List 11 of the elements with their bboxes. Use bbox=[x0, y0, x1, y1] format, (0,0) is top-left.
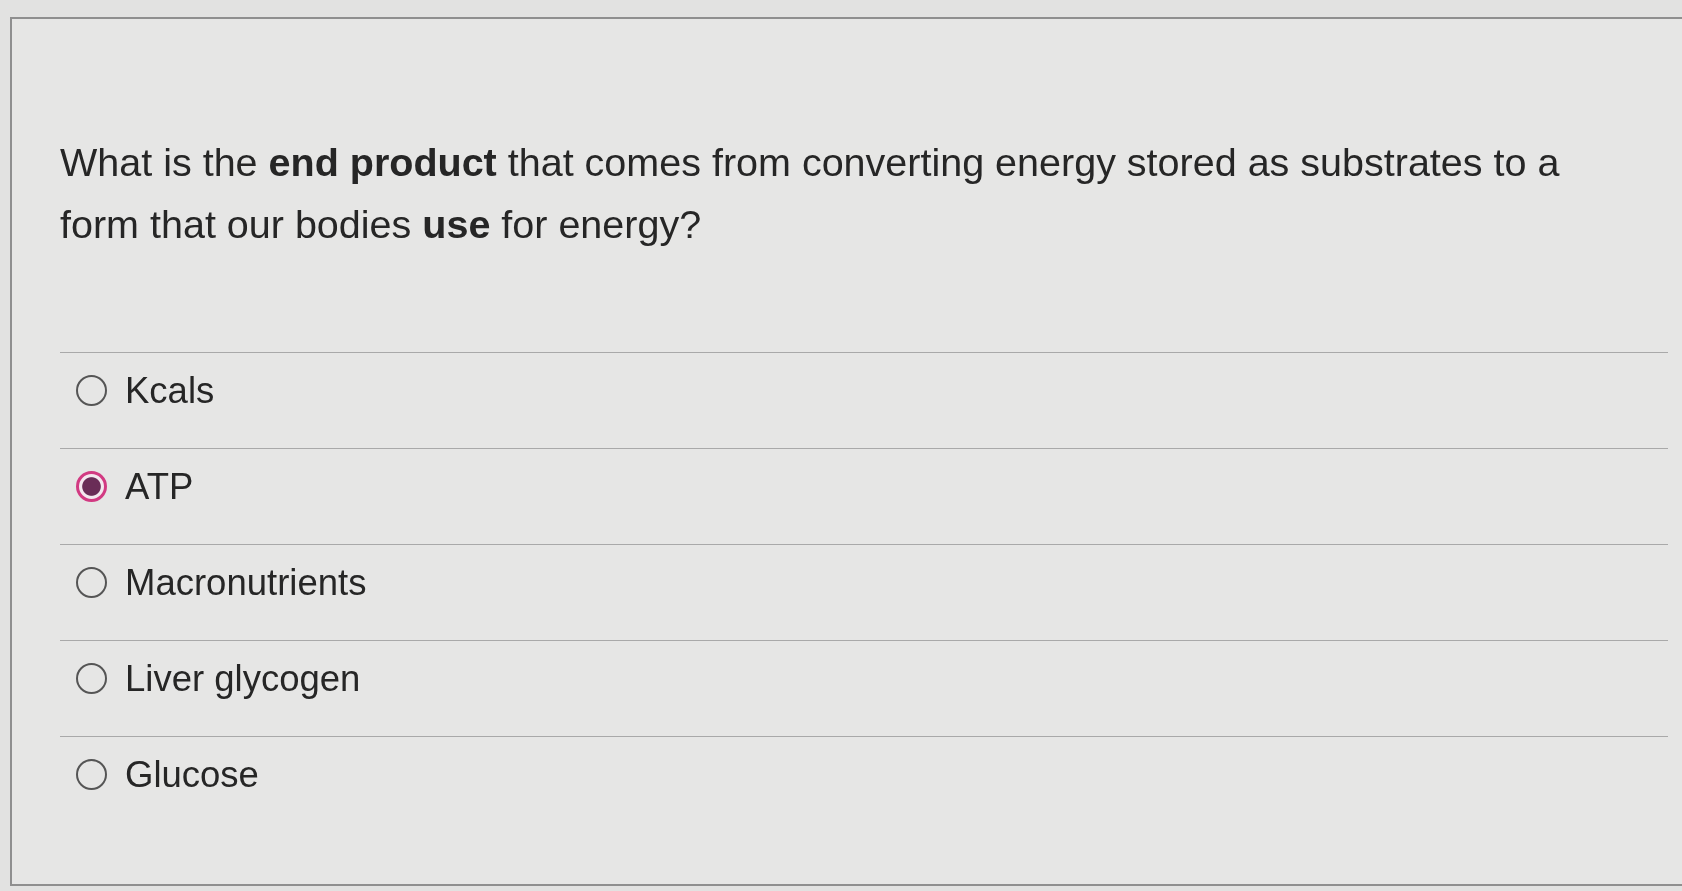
question-text: What is the end product that comes from converting energy stored as substrates to a form that our bodies use for energy? bbox=[60, 139, 1561, 248]
option-label[interactable]: Macronutrients bbox=[125, 561, 367, 604]
radio-button[interactable] bbox=[76, 759, 107, 790]
option-label[interactable]: Liver glycogen bbox=[125, 657, 361, 700]
radio-button[interactable] bbox=[76, 471, 107, 502]
radio-button[interactable] bbox=[76, 567, 107, 598]
option-label[interactable]: ATP bbox=[125, 465, 194, 508]
radio-button[interactable] bbox=[76, 663, 107, 694]
radio-button[interactable] bbox=[76, 375, 107, 406]
option-label[interactable]: Glucose bbox=[125, 753, 259, 796]
option-label[interactable]: Kcals bbox=[125, 369, 215, 412]
